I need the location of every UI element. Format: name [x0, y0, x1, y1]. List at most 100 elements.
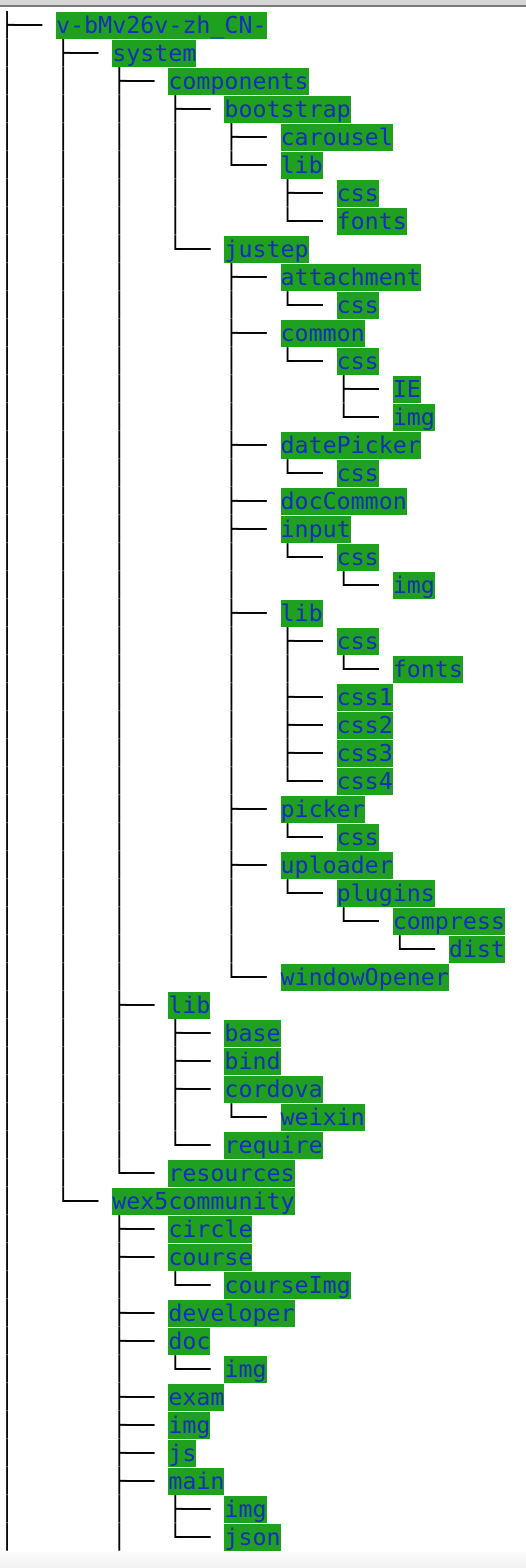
tree-branch-lines: │ │ │ │ └──	[0, 404, 393, 431]
tree-row: │ │ │ │ └── weixin	[0, 1104, 505, 1132]
tree-branch-lines: │ │ │ │ ├──	[0, 712, 337, 739]
tree-branch-lines: │ │ └──	[0, 1524, 225, 1551]
tree-branch-lines: │ ├──	[0, 1440, 169, 1467]
tree-row: │ │ │ │ ├── css2	[0, 712, 505, 740]
directory-name: developer	[168, 1300, 295, 1327]
tree-row: │ │ │ ├── uploader	[0, 852, 505, 880]
tree-branch-lines: │ │ └──	[0, 1356, 225, 1383]
tree-branch-lines: │ │ │ │ └──	[0, 208, 337, 235]
tree-row: │ │ │ ├── attachment	[0, 264, 505, 292]
tree-branch-lines: │ │ │ │ └──	[0, 460, 337, 487]
tree-row: │ │ │ │ └── css	[0, 544, 505, 572]
tree-row: │ │ │ │ └── css4	[0, 768, 505, 796]
directory-name: css3	[336, 740, 393, 767]
tree-row: │ │ │ │ └── css	[0, 348, 505, 376]
tree-row: │ │ │ │ └── lib	[0, 152, 505, 180]
directory-name: css	[336, 180, 379, 207]
tree-row: │ │ │ ├── docCommon	[0, 488, 505, 516]
tree-branch-lines: │ │ │ │ └──	[0, 544, 337, 571]
tree-row: │ │ │ ├── cordova	[0, 1076, 505, 1104]
directory-name: compress	[392, 908, 505, 935]
tree-branch-lines: │ ├──	[0, 40, 113, 67]
directory-name: resources	[168, 1160, 295, 1187]
tree-row: │ │ │ │ ├── css	[0, 628, 505, 656]
tree-row: │ │ │ │ └── img	[0, 572, 505, 600]
directory-name: justep	[224, 236, 309, 263]
tree-branch-lines: │ │ │ ├──	[0, 432, 281, 459]
tree-branch-lines: │ │ │ ├──	[0, 488, 281, 515]
tree-branch-lines: │ │ │ │ └──	[0, 936, 449, 963]
directory-name: img	[224, 1496, 267, 1523]
tree-branch-lines: │ ├──	[0, 1244, 169, 1271]
tree-branch-lines: │ ├──	[0, 1412, 169, 1439]
tree-branch-lines: │ │ │ │ ├──	[0, 180, 337, 207]
directory-name: css	[336, 292, 379, 319]
tree-row: │ │ │ └── windowOpener	[0, 964, 505, 992]
tree-branch-lines: │ ├──	[0, 1300, 169, 1327]
directory-name: main	[168, 1468, 225, 1495]
directory-name: img	[168, 1412, 211, 1439]
tree-branch-lines: │ │ │ ├──	[0, 1020, 225, 1047]
tree-row: │ ├── developer	[0, 1300, 505, 1328]
directory-name: css	[336, 824, 379, 851]
tree-branch-lines: │ │ │ └──	[0, 964, 281, 991]
tree-branch-lines: │ │ │ └──	[0, 1132, 225, 1159]
tree-row: │ │ │ │ ├── carousel	[0, 124, 505, 152]
tree-row: │ │ │ ├── datePicker	[0, 432, 505, 460]
directory-name: IE	[392, 376, 421, 403]
tree-row: │ │ │ │ ├── css3	[0, 740, 505, 768]
tree-branch-lines: │ │ │ │ └──	[0, 1104, 281, 1131]
directory-name: bootstrap	[224, 96, 351, 123]
directory-tree-output: ├── v-bMv26v-zh_CN- │ ├── system │ │ ├── c…	[0, 12, 505, 1552]
tree-row: │ │ └── resources	[0, 1160, 505, 1188]
tree-row: │ │ │ │ └── css	[0, 824, 505, 852]
tree-row: │ ├── system	[0, 40, 505, 68]
tree-branch-lines: │ │ │ │ ├──	[0, 740, 337, 767]
tree-row: │ │ │ │ └── css	[0, 460, 505, 488]
tree-branch-lines: │ │ └──	[0, 1272, 225, 1299]
tree-row: │ │ │ │ │ └── fonts	[0, 656, 505, 684]
tree-row: │ │ ├── lib	[0, 992, 505, 1020]
directory-name: plugins	[336, 880, 435, 907]
window-top-edge	[0, 0, 526, 7]
tree-row: │ ├── doc	[0, 1328, 505, 1356]
tree-branch-lines: │ │ │ │ └──	[0, 824, 337, 851]
tree-row: │ │ │ │ ├── css1	[0, 684, 505, 712]
tree-row: │ │ │ └── require	[0, 1132, 505, 1160]
tree-row: │ │ │ │ ├── css	[0, 180, 505, 208]
tree-row: │ └── wex5community	[0, 1188, 505, 1216]
tree-row: │ ├── course	[0, 1244, 505, 1272]
directory-name: wex5community	[112, 1188, 295, 1215]
tree-branch-lines: │ │ │ ├──	[0, 1048, 225, 1075]
tree-row: │ ├── circle	[0, 1216, 505, 1244]
tree-branch-lines: │ │ │ ├──	[0, 96, 225, 123]
tree-branch-lines: │ │ │ │ └──	[0, 908, 393, 935]
tree-branch-lines: │ │ │ │ │ └──	[0, 656, 393, 683]
directory-name: lib	[280, 152, 323, 179]
tree-branch-lines: │ │ ├──	[0, 1496, 225, 1523]
tree-row: │ │ │ ├── bind	[0, 1048, 505, 1076]
tree-row: │ │ │ ├── picker	[0, 796, 505, 824]
tree-branch-lines: │ │ ├──	[0, 992, 169, 1019]
directory-name: weixin	[280, 1104, 365, 1131]
directory-name: css	[336, 544, 379, 571]
tree-branch-lines: │ │ │ ├──	[0, 600, 281, 627]
tree-branch-lines: │ ├──	[0, 1216, 169, 1243]
directory-name: datePicker	[280, 432, 421, 459]
directory-name: js	[168, 1440, 197, 1467]
tree-row: │ │ │ │ └── compress	[0, 908, 505, 936]
directory-name: courseImg	[224, 1272, 351, 1299]
directory-name: bind	[224, 1048, 281, 1075]
directory-name: img	[392, 572, 435, 599]
tree-branch-lines: │ │ │ ├──	[0, 320, 281, 347]
tree-branch-lines: │ │ ├──	[0, 68, 169, 95]
tree-branch-lines: │ │ │ ├──	[0, 852, 281, 879]
directory-name: attachment	[280, 264, 421, 291]
tree-branch-lines: │ │ │ │ └──	[0, 152, 281, 179]
directory-name: docCommon	[280, 488, 407, 515]
directory-name: system	[112, 40, 197, 67]
directory-name: circle	[168, 1216, 253, 1243]
tree-branch-lines: │ │ │ │ └──	[0, 768, 337, 795]
tree-branch-lines: │ │ │ │ ├──	[0, 684, 337, 711]
directory-name: exam	[168, 1384, 225, 1411]
